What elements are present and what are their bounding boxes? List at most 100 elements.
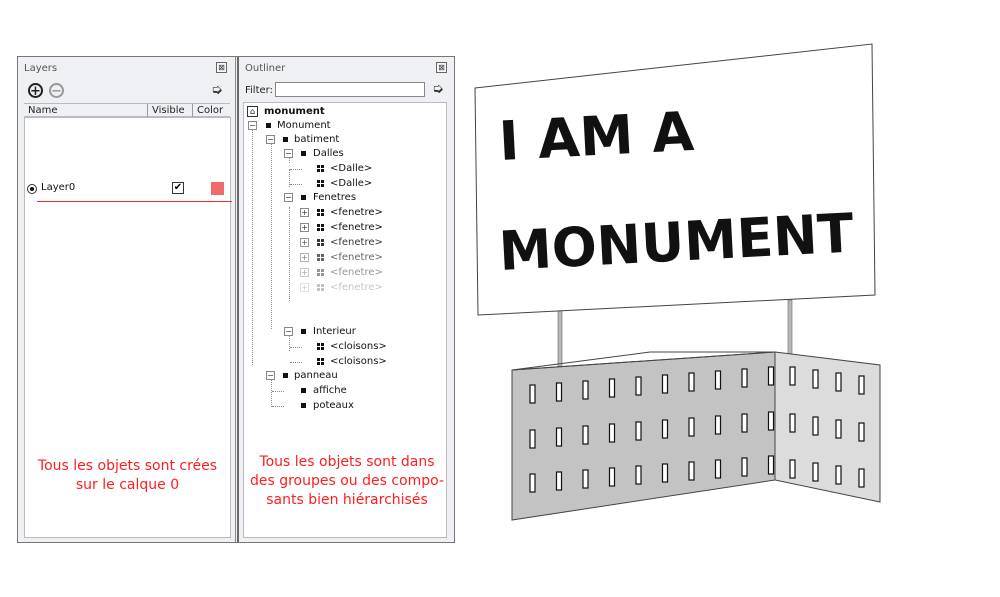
window-left — [635, 465, 642, 485]
window-left — [767, 411, 775, 431]
window-left — [741, 457, 748, 477]
layers-panel: Layers ⊠ + − ➭ Name Visible Color Layer0… — [18, 57, 236, 542]
window-left — [688, 372, 695, 392]
window-right — [835, 419, 842, 439]
component-icon — [317, 209, 324, 216]
window-right — [789, 459, 796, 479]
layers-title: Layers — [24, 63, 58, 74]
layers-close-icon[interactable]: ⊠ — [216, 62, 227, 73]
window-left — [741, 413, 748, 433]
window-left — [661, 463, 669, 483]
window-left — [555, 382, 563, 402]
group-icon — [301, 195, 306, 200]
component-icon — [317, 165, 324, 172]
window-left — [714, 459, 722, 479]
col-visible[interactable]: Visible — [152, 105, 185, 116]
details-arrow-icon[interactable]: ➭ — [211, 82, 223, 98]
building-left-face — [511, 351, 776, 521]
window-left — [555, 471, 563, 491]
window-left — [582, 469, 589, 489]
window-right — [789, 413, 796, 433]
window-left — [767, 366, 775, 386]
outliner-title: Outliner — [245, 63, 286, 74]
expand-icon[interactable]: + — [300, 253, 309, 262]
window-right — [858, 422, 865, 442]
visible-checkbox[interactable]: ✔ — [172, 182, 184, 194]
col-color[interactable]: Color — [197, 105, 223, 116]
window-left — [741, 368, 748, 388]
component-icon — [317, 269, 324, 276]
collapse-icon[interactable]: − — [248, 121, 257, 130]
window-left — [714, 415, 722, 435]
expand-icon[interactable]: + — [300, 283, 309, 292]
filter-input[interactable] — [275, 82, 425, 97]
window-right — [812, 416, 819, 436]
window-left — [714, 370, 722, 390]
window-left — [635, 376, 642, 396]
collapse-icon[interactable]: − — [266, 135, 275, 144]
window-left — [555, 427, 563, 447]
group-icon — [301, 329, 306, 334]
component-icon — [317, 254, 324, 261]
window-right — [789, 366, 796, 386]
monument-3d-scene: I AM A MONUMENT — [474, 43, 881, 521]
layers-header: Name Visible Color — [24, 103, 230, 117]
component-icon — [317, 284, 324, 291]
expand-icon[interactable]: + — [300, 268, 309, 277]
expand-icon[interactable]: + — [300, 238, 309, 247]
window-left — [767, 455, 775, 475]
active-layer-radio-icon[interactable] — [27, 184, 37, 194]
window-left — [582, 425, 589, 445]
collapse-icon[interactable]: − — [266, 371, 275, 380]
outliner-close-icon[interactable]: ⊠ — [436, 62, 447, 73]
window-left — [688, 417, 695, 437]
window-left — [608, 378, 616, 398]
window-left — [529, 473, 536, 493]
group-icon — [301, 151, 306, 156]
layer-color-swatch[interactable] — [211, 182, 224, 195]
outliner-note: Tous les objets sont dans des groupes ou… — [249, 454, 445, 508]
expand-icon[interactable]: + — [300, 208, 309, 217]
window-right — [835, 372, 842, 392]
model-icon: ⌂ — [247, 106, 258, 117]
add-layer-icon[interactable]: + — [28, 83, 43, 98]
window-left — [688, 461, 695, 481]
window-right — [858, 375, 865, 395]
window-left — [635, 421, 642, 441]
filter-label: Filter: — [245, 85, 273, 96]
group-icon — [283, 137, 288, 142]
window-right — [812, 369, 819, 389]
window-left — [608, 423, 616, 443]
group-icon — [301, 403, 306, 408]
red-underline — [37, 201, 232, 202]
remove-layer-icon[interactable]: − — [49, 83, 64, 98]
collapse-icon[interactable]: − — [284, 327, 293, 336]
window-left — [661, 374, 669, 394]
panels-frame: Layers ⊠ + − ➭ Name Visible Color Layer0… — [17, 56, 455, 543]
window-left — [582, 380, 589, 400]
window-right — [835, 465, 842, 485]
component-icon — [317, 180, 324, 187]
window-left — [661, 419, 669, 439]
col-name[interactable]: Name — [28, 105, 58, 116]
component-icon — [317, 224, 324, 231]
group-icon — [266, 123, 271, 128]
outliner-panel: Outliner ⊠ Filter: ➭ ⌂ monument − Monume… — [237, 57, 454, 542]
component-icon — [317, 358, 324, 365]
window-right — [858, 468, 865, 488]
sign-post-left — [557, 307, 563, 369]
sign-post-right — [787, 299, 793, 361]
sign-text-line1: I AM A — [497, 100, 695, 173]
collapse-icon[interactable]: − — [284, 193, 293, 202]
details-arrow-icon[interactable]: ➭ — [432, 81, 444, 97]
window-left — [529, 384, 536, 404]
window-left — [529, 429, 536, 449]
collapse-icon[interactable]: − — [284, 149, 293, 158]
layers-note: Tous les objets sont crées sur le calque… — [37, 458, 218, 493]
component-icon — [317, 239, 324, 246]
group-icon — [283, 373, 288, 378]
expand-icon[interactable]: + — [300, 223, 309, 232]
layer-name[interactable]: Layer0 — [41, 182, 75, 193]
window-left — [608, 467, 616, 487]
component-icon — [317, 343, 324, 350]
